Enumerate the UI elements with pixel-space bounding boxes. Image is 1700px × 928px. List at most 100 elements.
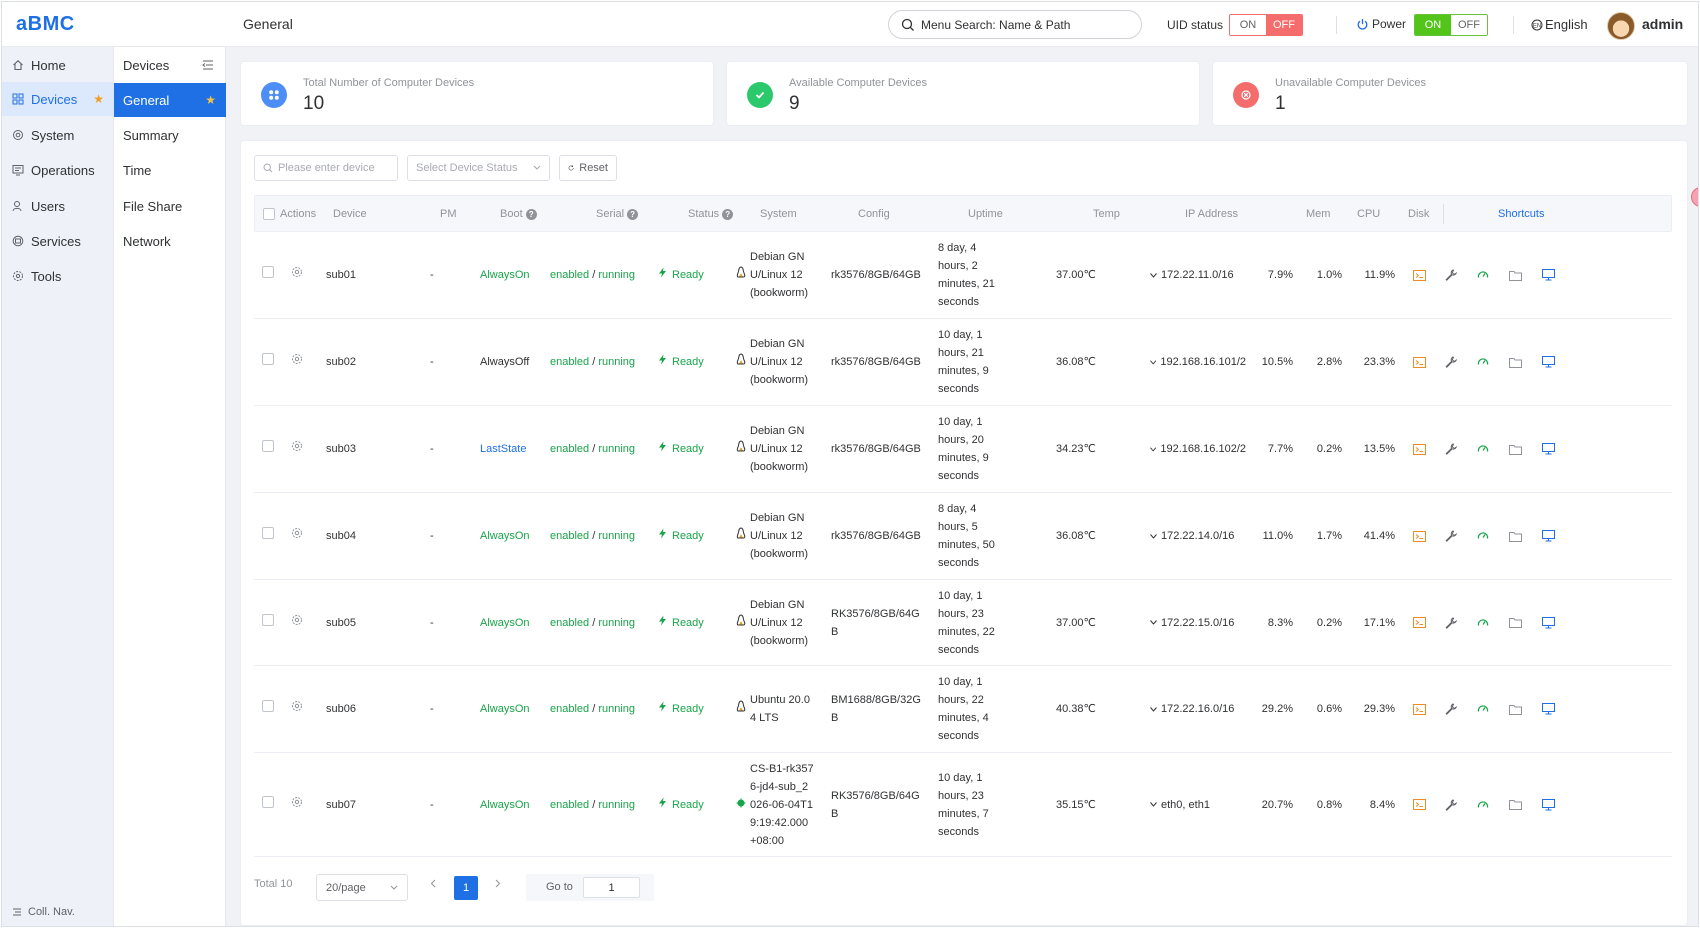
- folder-icon[interactable]: [1508, 529, 1522, 543]
- terminal-icon[interactable]: [1412, 702, 1426, 716]
- row-actions-gear-icon[interactable]: [291, 353, 303, 371]
- folder-icon[interactable]: [1508, 442, 1522, 456]
- menu-search-input[interactable]: Menu Search: Name & Path: [888, 10, 1142, 39]
- prev-page-button[interactable]: [430, 879, 437, 891]
- wrench-icon[interactable]: [1444, 798, 1458, 812]
- dashboard-icon[interactable]: [1476, 616, 1490, 630]
- ip-address[interactable]: 172.22.14.0/16: [1150, 527, 1246, 545]
- table-row[interactable]: sub07 - AlwaysOn enabled / running Ready CS-B…: [254, 753, 1672, 857]
- ip-address[interactable]: eth0, eth1: [1150, 796, 1246, 814]
- page-size-select[interactable]: 20/page: [316, 874, 408, 901]
- row-checkbox[interactable]: [262, 700, 274, 718]
- select-all-checkbox[interactable]: [263, 208, 275, 220]
- boot-mode[interactable]: AlwaysOff: [480, 353, 529, 371]
- table-row[interactable]: sub02 - AlwaysOff enabled / running Ready Deb…: [254, 319, 1672, 406]
- folder-icon[interactable]: [1508, 616, 1522, 630]
- uid-on-option[interactable]: ON: [1230, 15, 1266, 35]
- wrench-icon[interactable]: [1444, 355, 1458, 369]
- dashboard-icon[interactable]: [1476, 798, 1490, 812]
- help-icon[interactable]: ?: [525, 208, 537, 220]
- folder-icon[interactable]: [1508, 798, 1522, 812]
- sidebar-item-services[interactable]: Services: [2, 224, 114, 258]
- collapse-nav-button[interactable]: Coll. Nav.: [12, 906, 75, 918]
- wrench-icon[interactable]: [1444, 442, 1458, 456]
- row-checkbox[interactable]: [262, 440, 274, 458]
- device-name[interactable]: sub01: [326, 266, 356, 284]
- power-on-option[interactable]: ON: [1415, 15, 1451, 35]
- wrench-icon[interactable]: [1444, 268, 1458, 282]
- table-row[interactable]: sub01 - AlwaysOn enabled / running Ready Debi…: [254, 232, 1672, 319]
- dashboard-icon[interactable]: [1476, 355, 1490, 369]
- username[interactable]: admin: [1642, 16, 1683, 32]
- reset-button[interactable]: Reset: [559, 155, 617, 181]
- monitor-icon[interactable]: [1541, 616, 1555, 630]
- table-row[interactable]: sub06 - AlwaysOn enabled / running Ready Ubun…: [254, 666, 1672, 753]
- folder-icon[interactable]: [1508, 702, 1522, 716]
- monitor-icon[interactable]: [1541, 798, 1555, 812]
- page-number-current[interactable]: 1: [454, 876, 478, 900]
- terminal-icon[interactable]: [1412, 355, 1426, 369]
- menu-fold-icon[interactable]: [202, 60, 214, 70]
- star-icon[interactable]: ★: [205, 93, 216, 107]
- secondary-item-network[interactable]: Network: [114, 224, 226, 258]
- boot-mode[interactable]: AlwaysOn: [480, 700, 530, 718]
- floating-handle[interactable]: [1691, 187, 1698, 207]
- device-name[interactable]: sub06: [326, 700, 356, 718]
- row-actions-gear-icon[interactable]: [291, 266, 303, 284]
- wrench-icon[interactable]: [1444, 616, 1458, 630]
- boot-mode[interactable]: AlwaysOn: [480, 527, 530, 545]
- row-actions-gear-icon[interactable]: [291, 527, 303, 545]
- avatar[interactable]: [1607, 12, 1635, 40]
- boot-mode[interactable]: AlwaysOn: [480, 614, 530, 632]
- power-off-option[interactable]: OFF: [1451, 15, 1487, 35]
- folder-icon[interactable]: [1508, 268, 1522, 282]
- table-row[interactable]: sub03 - LastState enabled / running Ready Deb…: [254, 406, 1672, 493]
- sidebar-item-users[interactable]: Users: [2, 189, 114, 223]
- dashboard-icon[interactable]: [1476, 702, 1490, 716]
- table-row[interactable]: sub05 - AlwaysOn enabled / running Ready Debi…: [254, 580, 1672, 666]
- help-icon[interactable]: ?: [722, 208, 734, 220]
- boot-mode[interactable]: AlwaysOn: [480, 266, 530, 284]
- device-status-select[interactable]: Select Device Status: [407, 155, 550, 181]
- sidebar-item-tools[interactable]: Tools: [2, 259, 114, 293]
- folder-icon[interactable]: [1508, 355, 1522, 369]
- language-switcher[interactable]: EN English: [1531, 17, 1588, 32]
- device-name[interactable]: sub04: [326, 527, 356, 545]
- device-name[interactable]: sub02: [326, 353, 356, 371]
- wrench-icon[interactable]: [1444, 702, 1458, 716]
- secondary-item-summary[interactable]: Summary: [114, 118, 226, 152]
- secondary-item-time[interactable]: Time: [114, 153, 226, 187]
- terminal-icon[interactable]: [1412, 529, 1426, 543]
- monitor-icon[interactable]: [1541, 268, 1555, 282]
- device-name[interactable]: sub05: [326, 614, 356, 632]
- dashboard-icon[interactable]: [1476, 268, 1490, 282]
- boot-mode[interactable]: LastState: [480, 440, 526, 458]
- sidebar-item-home[interactable]: Home: [2, 48, 114, 82]
- ip-address[interactable]: 192.168.16.101/2: [1150, 353, 1246, 371]
- sidebar-item-devices[interactable]: Devices ★: [2, 82, 114, 116]
- monitor-icon[interactable]: [1541, 442, 1555, 456]
- dashboard-icon[interactable]: [1476, 529, 1490, 543]
- monitor-icon[interactable]: [1541, 355, 1555, 369]
- uid-status-toggle[interactable]: ON OFF: [1229, 14, 1303, 36]
- row-checkbox[interactable]: [262, 266, 274, 284]
- terminal-icon[interactable]: [1412, 268, 1426, 282]
- row-checkbox[interactable]: [262, 795, 274, 814]
- ip-address[interactable]: 192.168.16.102/2: [1150, 440, 1246, 458]
- ip-address[interactable]: 172.22.15.0/16: [1150, 614, 1246, 632]
- wrench-icon[interactable]: [1444, 529, 1458, 543]
- app-logo[interactable]: aBMC: [16, 13, 75, 36]
- ip-address[interactable]: 172.22.16.0/16: [1150, 700, 1246, 718]
- dashboard-icon[interactable]: [1476, 442, 1490, 456]
- help-icon[interactable]: ?: [627, 208, 639, 220]
- secondary-item-general[interactable]: General ★: [114, 83, 226, 117]
- row-checkbox[interactable]: [262, 613, 274, 632]
- row-checkbox[interactable]: [262, 527, 274, 545]
- sidebar-item-system[interactable]: System: [2, 118, 114, 152]
- device-name[interactable]: sub03: [326, 440, 356, 458]
- goto-page-input[interactable]: [583, 877, 640, 898]
- row-checkbox[interactable]: [262, 353, 274, 371]
- ip-address[interactable]: 172.22.11.0/16: [1150, 266, 1246, 284]
- row-actions-gear-icon[interactable]: [291, 700, 303, 718]
- secondary-item-file-share[interactable]: File Share: [114, 189, 226, 223]
